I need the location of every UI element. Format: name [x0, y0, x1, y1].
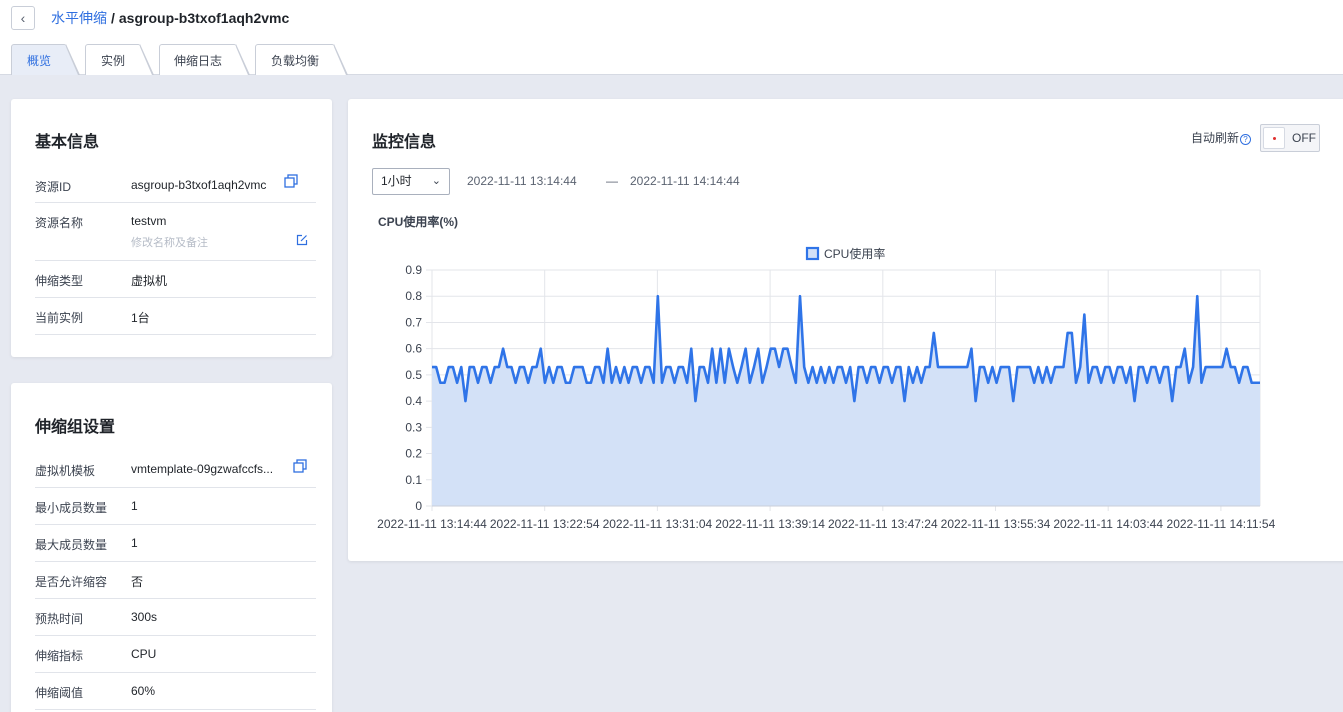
x-tick-label: 2022-11-11 14:11:54 — [1167, 517, 1276, 531]
row-key: 伸缩类型 — [35, 274, 84, 288]
basic-info-card: 基本信息 资源ID asgroup-b3txof1aqh2vmc 资源名称 te… — [11, 99, 332, 357]
row-key: 虚拟机模板 — [35, 464, 96, 478]
row-value: 60% — [131, 684, 156, 698]
time-range-value: 1小时 — [381, 174, 412, 188]
chart-area-layer — [432, 294, 1260, 506]
row-key: 预热时间 — [35, 612, 84, 626]
x-tick-label: 2022-11-11 13:47:24 — [828, 517, 938, 531]
row-scaling-type: 伸缩类型 虚拟机 — [35, 261, 316, 298]
auto-refresh-text: 自动刷新 — [1191, 131, 1240, 145]
basic-info-title: 基本信息 — [35, 134, 100, 151]
chevron-left-icon: ‹ — [20, 10, 26, 26]
row-value: CPU — [131, 647, 157, 661]
row-warmup-time: 预热时间 300s — [35, 599, 316, 636]
chart-legend: CPU使用率 — [805, 246, 885, 261]
row-value: 虚拟机 — [131, 274, 168, 288]
y-tick-label: 0.1 — [405, 473, 422, 487]
group-settings-title: 伸缩组设置 — [35, 419, 116, 436]
row-key: 伸缩阈值 — [35, 686, 84, 700]
start-time: 2022-11-11 13:14:44 — [467, 174, 577, 188]
page-title: asgroup-b3txof1aqh2vmc — [118, 10, 290, 26]
x-tick-label: 2022-11-11 13:55:34 — [941, 517, 1051, 531]
row-key: 最大成员数量 — [35, 538, 108, 552]
monitor-title: 监控信息 — [372, 134, 437, 151]
breadcrumb-parent-link[interactable]: 水平伸缩 — [51, 10, 107, 26]
row-scaling-metric: 伸缩指标 CPU — [35, 636, 316, 673]
back-button[interactable]: ‹ — [11, 6, 35, 30]
auto-refresh-label: 自动刷新? — [1191, 129, 1252, 146]
row-value: 1台 — [131, 311, 150, 325]
row-max-members: 最大成员数量 1 — [35, 525, 316, 562]
row-value: vmtemplate-09gzwafccfs... — [131, 462, 274, 476]
row-key: 当前实例 — [35, 311, 84, 325]
end-time: 2022-11-11 14:14:44 — [630, 174, 740, 188]
cpu-usage-chart: 0 0.1 0.2 0.3 0.4 0.5 0.6 0.7 0.8 0.9 2022-11-11 1… — [377, 246, 1276, 531]
tab-instances-label: 实例 — [100, 53, 125, 68]
row-key: 资源ID — [35, 180, 72, 194]
y-tick-label: 0.6 — [405, 342, 422, 356]
breadcrumb-separator: / — [111, 10, 115, 26]
tab-scaling-log-label: 伸缩日志 — [173, 53, 222, 68]
tab-overview-label: 概览 — [26, 53, 51, 68]
row-resource-name: 资源名称 testvm 修改名称及备注 — [35, 203, 316, 261]
toggle-state: OFF — [1292, 131, 1316, 145]
edit-name-hint: 修改名称及备注 — [131, 237, 208, 249]
edit-icon[interactable] — [296, 234, 308, 249]
row-key: 是否允许缩容 — [35, 575, 108, 589]
row-current-instances: 当前实例 1台 — [35, 298, 316, 335]
y-tick-label: 0.4 — [405, 394, 422, 408]
tab-instances[interactable]: 实例 — [85, 44, 154, 75]
y-tick-label: 0.3 — [405, 420, 422, 434]
copy-icon[interactable] — [284, 174, 298, 191]
tab-overview[interactable]: 概览 — [11, 44, 80, 75]
chart-heading: CPU使用率(%) — [378, 215, 458, 229]
x-tick-label: 2022-11-11 14:03:44 — [1053, 517, 1163, 531]
question-circle-icon[interactable]: ? — [1240, 134, 1252, 145]
row-resource-id: 资源ID asgroup-b3txof1aqh2vmc — [35, 165, 316, 203]
row-key: 伸缩指标 — [35, 649, 84, 663]
x-tick-label: 2022-11-11 13:14:44 — [377, 517, 487, 531]
row-value: asgroup-b3txof1aqh2vmc — [131, 178, 267, 192]
tab-scaling-log[interactable]: 伸缩日志 — [159, 44, 250, 75]
group-settings-card: 伸缩组设置 虚拟机模板 vmtemplate-09gzwafccfs... 最小… — [11, 383, 332, 712]
toggle-knob — [1263, 127, 1285, 149]
row-scaling-threshold: 伸缩阈值 60% — [35, 673, 316, 710]
row-min-members: 最小成员数量 1 — [35, 488, 316, 525]
y-tick-label: 0 — [415, 499, 422, 513]
row-value: 否 — [131, 575, 144, 589]
row-key: 最小成员数量 — [35, 501, 108, 515]
row-value: 300s — [131, 610, 158, 624]
tab-load-balancer[interactable]: 负载均衡 — [255, 44, 348, 75]
copy-icon[interactable] — [293, 459, 307, 476]
breadcrumb: 水平伸缩 / asgroup-b3txof1aqh2vmc — [51, 9, 289, 27]
y-tick-label: 0.7 — [405, 315, 422, 329]
x-tick-label: 2022-11-11 13:31:04 — [603, 517, 713, 531]
y-tick-label: 0.2 — [405, 447, 422, 461]
chevron-down-icon: ⌄ — [431, 175, 441, 187]
time-range-select[interactable]: 1小时 ⌄ — [372, 168, 450, 195]
row-value: 1 — [131, 499, 138, 513]
y-tick-label: 0.5 — [405, 368, 422, 382]
legend-label: CPU使用率 — [824, 246, 885, 261]
range-dash: — — [606, 174, 618, 188]
row-value: 1 — [131, 536, 138, 550]
legend-swatch — [805, 246, 820, 261]
auto-refresh-toggle[interactable]: OFF — [1260, 124, 1320, 152]
row-value: testvm — [131, 214, 167, 228]
tab-load-balancer-label: 负载均衡 — [270, 53, 319, 68]
row-key: 资源名称 — [35, 216, 84, 230]
x-tick-label: 2022-11-11 13:22:54 — [490, 517, 600, 531]
monitor-card: 监控信息 自动刷新? OFF 1小时 ⌄ 2022-11-11 13:14:44… — [348, 99, 1343, 561]
y-tick-label: 0.9 — [405, 263, 422, 277]
y-tick-label: 0.8 — [405, 289, 422, 303]
row-vm-template: 虚拟机模板 vmtemplate-09gzwafccfs... — [35, 451, 316, 488]
x-tick-label: 2022-11-11 13:39:14 — [715, 517, 825, 531]
top-bar: ‹ 水平伸缩 / asgroup-b3txof1aqh2vmc 概览 实例 伸缩日志… — [0, 0, 1343, 75]
row-allow-scale-in: 是否允许缩容 否 — [35, 562, 316, 599]
